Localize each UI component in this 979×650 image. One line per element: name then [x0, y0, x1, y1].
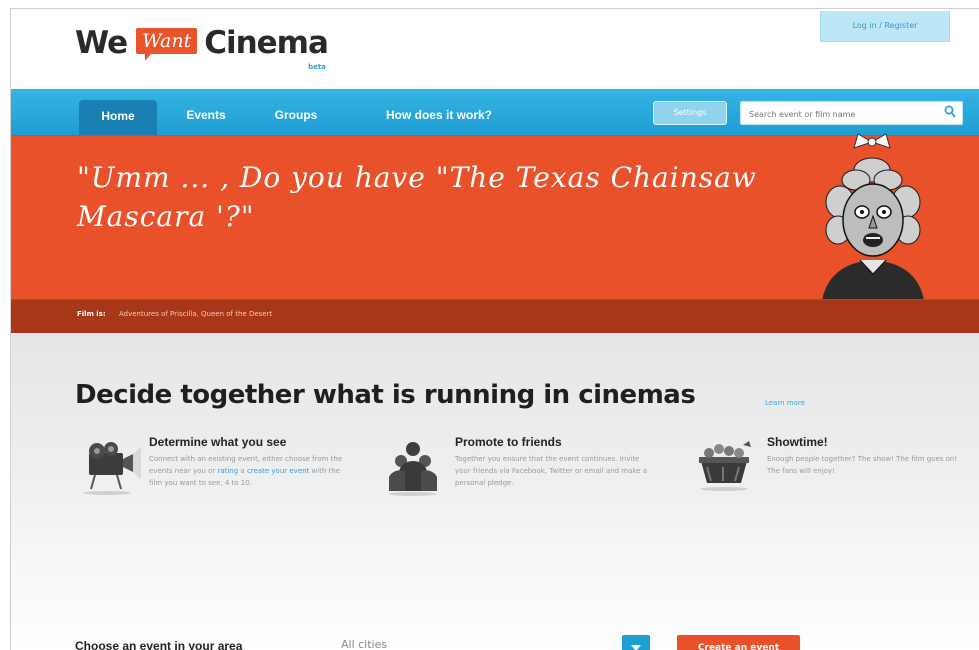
beta-badge: beta [308, 63, 326, 71]
people-icon [389, 442, 437, 496]
logo-text-we: We [75, 25, 128, 61]
banner-quote: "Umm ... , Do you have "The Texas Chains… [77, 161, 757, 233]
feature-description: Together you ensure that the event conti… [455, 455, 647, 487]
feature-title: Promote to friends [455, 435, 562, 449]
city-select[interactable]: All cities [341, 638, 641, 650]
banner-illustration [822, 133, 924, 300]
rating-link[interactable]: rating [217, 467, 238, 475]
hero-banner: "Umm ... , Do you have "The Texas Chains… [11, 133, 979, 300]
credit-label: Film is: [77, 310, 106, 318]
projector-icon [83, 442, 141, 495]
learn-more-link[interactable]: Learn more [765, 399, 805, 407]
nav-item-how-it-works[interactable]: How does it work? [351, 100, 527, 130]
logo-text-cinema: Cinema [204, 25, 329, 61]
logo-speech-bubble: Want [136, 28, 198, 61]
nav-item-groups[interactable]: Groups [259, 100, 333, 130]
page-headline: Decide together what is running in cinem… [75, 380, 696, 410]
settings-button[interactable]: Settings [653, 101, 727, 125]
nav-item-events[interactable]: Events [171, 100, 241, 130]
credit-film-link[interactable]: Adventures of Priscilla, Queen of the De… [119, 310, 272, 318]
create-event-button[interactable]: Create an event [677, 635, 800, 650]
city-dropdown-button[interactable] [622, 635, 650, 650]
popcorn-icon [699, 441, 751, 491]
login-register-button[interactable]: Log in / Register [820, 11, 950, 42]
main-content: Decide together what is running in cinem… [11, 333, 979, 650]
feature-description: Enough people together? The show! The fi… [767, 455, 958, 475]
chevron-down-icon [631, 645, 641, 650]
feature-description: Connect with an existing event, either c… [149, 453, 349, 489]
choose-event-label: Choose an event in your area [75, 639, 243, 650]
search-icon[interactable] [944, 105, 956, 119]
film-credit-bar: Film is: Adventures of Priscilla, Queen … [11, 299, 979, 333]
create-your-event-link[interactable]: create your event [247, 467, 309, 475]
feature-title: Showtime! [767, 435, 828, 449]
feature-desc-text: a [240, 467, 245, 475]
feature-title: Determine what you see [149, 435, 287, 449]
nav-item-home[interactable]: Home [79, 100, 157, 135]
browser-viewport: We Want Cinema beta Log in / Register Ho… [10, 8, 979, 650]
site-logo[interactable]: We Want Cinema beta [75, 23, 329, 73]
